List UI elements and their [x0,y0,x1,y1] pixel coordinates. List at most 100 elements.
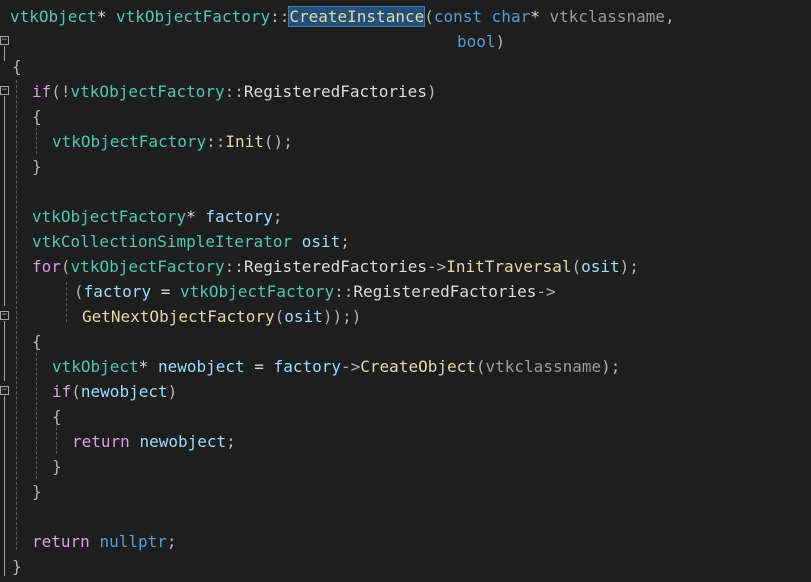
code-token: osit [284,307,323,326]
code-line[interactable]: } [32,154,42,179]
indent-guide [16,80,17,550]
code-token: ( [71,382,81,401]
code-token: vtkObjectFactory [52,132,207,151]
code-token: -> [341,357,361,376]
collapse-icon[interactable]: − [0,86,9,95]
collapse-icon[interactable]: − [0,386,9,395]
code-token: osit [581,257,620,276]
code-token: = [244,357,274,376]
code-token: ( [475,357,486,376]
code-token: ; [272,207,283,226]
code-token: factory [83,282,152,301]
code-line[interactable]: { [32,104,42,129]
code-line[interactable]: return newobject; [72,429,236,454]
code-line[interactable]: { [32,329,42,354]
code-token: vtkclassname [485,357,602,376]
code-line[interactable]: } [52,454,62,479]
code-token: :: [206,132,226,151]
fold-line [4,96,5,306]
code-token: newobject [80,382,168,401]
code-token: ( [60,257,71,276]
indent-guide [66,282,67,322]
code-token: -> [426,257,447,276]
code-line[interactable]: vtkObject* newobject = factory->CreateOb… [52,354,620,379]
code-token: CreateObject [360,357,476,376]
code-token: InitTraversal [446,257,572,276]
code-token: vtkObjectFactory [70,82,225,101]
code-token: ; [340,232,350,251]
code-token: for [32,257,61,276]
code-token: ; [166,532,177,551]
code-line[interactable]: vtkObject* vtkObjectFactory::CreateInsta… [10,4,675,29]
code-token: { [52,407,62,426]
collapse-icon[interactable]: − [0,311,9,320]
code-token: vtkclassname [549,7,666,26]
code-token: -> [536,282,556,301]
code-token: * [96,7,116,26]
code-token: , [665,7,675,26]
code-token: RegisteredFactories [243,257,427,276]
code-token: ));) [322,307,362,326]
code-token: factory [205,207,273,226]
code-token: (); [263,132,293,151]
code-token: (! [51,82,71,101]
code-line[interactable]: vtkObjectFactory* factory; [32,204,282,229]
code-token: vtkObject [10,7,97,26]
code-token: newobject [157,357,245,376]
code-token: ; [226,432,236,451]
code-token: RegisteredFactories [243,82,427,101]
code-line[interactable]: vtkObjectFactory::Init(); [52,129,293,154]
code-token: ( [74,282,84,301]
code-line[interactable]: for(vtkObjectFactory::RegisteredFactorie… [32,254,639,279]
fold-line [4,321,5,381]
code-line[interactable]: } [12,554,22,579]
code-line[interactable]: { [12,54,22,79]
code-line[interactable]: (factory = vtkObjectFactory::RegisteredF… [74,279,556,304]
collapse-icon[interactable]: − [0,36,9,45]
code-token: ( [571,257,582,276]
code-line[interactable]: } [32,479,42,504]
code-token: char [491,7,531,26]
code-token: Init [225,132,264,151]
code-line[interactable]: GetNextObjectFactory(osit));) [82,304,361,329]
code-token: ); [619,257,639,276]
code-token: ) [495,32,506,51]
code-token: * [530,7,550,26]
fold-line [4,46,5,61]
code-token: } [32,157,42,176]
code-line[interactable]: { [52,404,62,429]
code-token: ( [274,307,285,326]
code-token: :: [224,82,244,101]
code-token: ) [426,82,437,101]
code-token: vtkObjectFactory [32,207,187,226]
code-token: { [12,57,22,76]
code-token: = [151,282,180,301]
code-line[interactable]: return nullptr; [32,529,177,554]
code-token: factory [273,357,342,376]
code-line[interactable]: if(newobject) [52,379,177,404]
code-token: vtkObjectFactory [70,257,225,276]
code-token: :: [334,282,354,301]
code-editor[interactable]: − − − − vtkObject* vtkObjectFactory::Create… [0,0,811,582]
code-token: vtkObject [52,357,139,376]
code-line[interactable]: vtkCollectionSimpleIterator osit; [32,229,350,254]
code-token: } [12,557,22,576]
code-token: return [32,532,90,551]
code-token: { [32,332,42,351]
code-token: const [433,7,483,26]
code-token: nullptr [99,532,167,551]
code-token: if [52,382,72,401]
code-token: RegisteredFactories [353,282,537,301]
code-line[interactable]: bool) [457,29,505,54]
code-token: return [72,432,130,451]
code-line[interactable]: if(!vtkObjectFactory::RegisteredFactorie… [32,79,437,104]
code-token: :: [270,7,290,26]
code-token: newobject [139,432,227,451]
selected-token: CreateInstance [288,6,426,27]
code-token: vtkCollectionSimpleIterator [32,232,293,251]
code-token: :: [224,257,244,276]
code-token: ) [167,382,178,401]
